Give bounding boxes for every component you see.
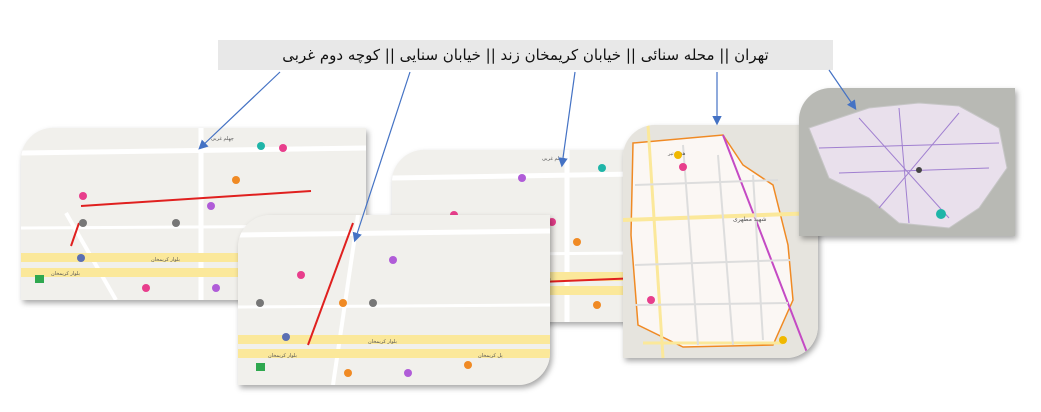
poi-marker-icon[interactable] [207, 202, 215, 210]
poi-marker-icon[interactable] [279, 144, 287, 152]
map-panel-city [799, 88, 1015, 236]
map-panel-district: شهید مطهری هفت تیر [623, 125, 818, 358]
poi-marker-icon[interactable] [518, 174, 526, 182]
street-label: شهید مطهری [733, 216, 767, 223]
poi-marker-icon[interactable] [77, 254, 85, 262]
poi-marker-icon[interactable] [339, 299, 347, 307]
street-label: بلوار کریمخان [268, 353, 297, 359]
metro-icon [35, 275, 44, 283]
breadcrumb-caption: تهران || محله سنائی || خیابان کریمخان زن… [218, 40, 833, 70]
poi-marker-icon[interactable] [257, 142, 265, 150]
poi-marker-icon[interactable] [79, 219, 87, 227]
poi-marker-icon[interactable] [647, 296, 655, 304]
poi-marker-icon[interactable] [464, 361, 472, 369]
street-label: پل کریمخان [478, 353, 503, 359]
poi-marker-icon[interactable] [916, 167, 922, 173]
map-panel-street-front: بلوار کریمخان بلوار کریمخان پل کریمخان [238, 215, 550, 385]
street-label: چهلم غربی [211, 136, 234, 142]
street-label: بلوار کریمخان [368, 339, 397, 345]
poi-marker-icon[interactable] [297, 271, 305, 279]
poi-marker-icon[interactable] [389, 256, 397, 264]
poi-marker-icon[interactable] [232, 176, 240, 184]
poi-marker-icon[interactable] [282, 333, 290, 341]
metro-icon [256, 363, 265, 371]
poi-marker-icon[interactable] [142, 284, 150, 292]
street-label: بلوار کریمخان [51, 271, 80, 277]
poi-marker-icon[interactable] [404, 369, 412, 377]
poi-marker-icon[interactable] [172, 219, 180, 227]
poi-marker-icon[interactable] [593, 301, 601, 309]
poi-marker-icon[interactable] [369, 299, 377, 307]
poi-marker-icon[interactable] [598, 164, 606, 172]
poi-marker-icon[interactable] [779, 336, 787, 344]
poi-marker-icon[interactable] [212, 284, 220, 292]
poi-marker-icon[interactable] [344, 369, 352, 377]
poi-marker-icon[interactable] [679, 163, 687, 171]
street-label: بلوار کریمخان [151, 257, 180, 263]
street-label: چهلم غربی [542, 156, 565, 162]
poi-marker-icon[interactable] [936, 209, 946, 219]
poi-marker-icon[interactable] [256, 299, 264, 307]
poi-marker-icon[interactable] [79, 192, 87, 200]
poi-marker-icon[interactable] [573, 238, 581, 246]
poi-marker-icon[interactable] [674, 151, 682, 159]
